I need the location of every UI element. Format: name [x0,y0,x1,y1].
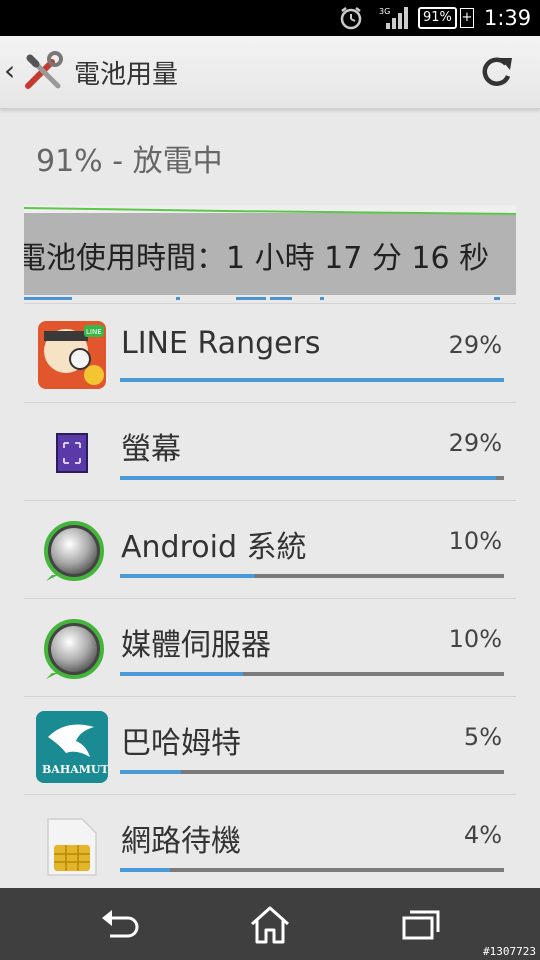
usage-bar-fill [120,378,504,382]
list-item-media-server[interactable]: 媒體伺服器 10% [24,598,516,696]
refresh-button[interactable] [476,52,516,92]
list-item-network-standby[interactable]: 網路待機 4% [24,794,516,892]
usage-bar [120,868,504,872]
battery-level: 91% [418,7,457,29]
home-icon [251,906,289,944]
alarm-icon [338,0,364,36]
battery-status-text: 91% - 放電中 [36,144,223,179]
list-item-bahamut[interactable]: BAHAMUT 巴哈姆特 5% [24,696,516,794]
page-title: 電池用量 [74,60,179,90]
app-name: 網路待機 [121,824,241,859]
usage-bar-fill [120,476,497,480]
usage-bar-fill [120,574,255,578]
home-button[interactable] [246,902,294,946]
usage-bar-fill [120,770,182,774]
battery-percent: 91% [423,10,452,25]
bahamut-icon-text: BAHAMUT [42,763,108,776]
signal-icon: 3G [378,0,410,36]
app-percent: 29% [448,331,502,359]
usage-bar-fill [120,672,243,676]
back-button[interactable] [96,902,144,946]
app-percent: 5% [463,723,502,751]
activity-tick [236,297,266,300]
app-name: LINE Rangers [121,326,321,361]
battery-level-line [24,207,516,215]
status-bar: 3G 91% + 1:39 [0,0,540,36]
usage-bar [120,574,504,578]
back-icon [102,910,139,938]
app-name: 媒體伺服器 [121,628,271,663]
activity-tick [270,297,292,300]
clock-time: 1:39 [484,6,532,30]
media-server-icon [38,615,106,683]
battery-history-graph[interactable]: 電池使用時間：1 小時 17 分 16 秒 [24,205,516,295]
recents-icon [402,910,440,940]
usage-bar [120,378,504,382]
activity-tick [494,297,500,300]
line-rangers-icon: LINE [38,321,106,389]
app-percent: 10% [448,625,502,653]
app-name: Android 系統 [121,530,307,565]
graph-activity-ticks [24,297,516,301]
network-type-label: 3G [379,7,390,16]
bahamut-icon: BAHAMUT [36,711,110,783]
app-percent: 29% [448,429,502,457]
list-item-android-system[interactable]: Android 系統 10% [24,500,516,598]
battery-usage-time: 電池使用時間：1 小時 17 分 16 秒 [24,241,490,276]
app-percent: 4% [463,821,502,849]
svg-text:LINE: LINE [86,328,102,336]
navigation-bar: #1307723 [0,888,540,960]
android-system-icon [38,517,106,585]
activity-tick [320,297,324,300]
screen-icon [38,419,106,487]
activity-tick [24,297,72,300]
battery-icon: 91% + [418,0,474,36]
watermark: #1307723 [483,945,536,958]
usage-bar-fill [120,868,170,872]
usage-bar [120,672,504,676]
battery-charge-plus: + [459,8,474,28]
app-name: 巴哈姆特 [121,726,241,761]
sim-card-icon [38,811,106,879]
list-item-screen[interactable]: 螢幕 29% [24,402,516,500]
app-percent: 10% [448,527,502,555]
action-bar: ‹ 電池用量 [0,36,540,109]
app-name: 螢幕 [121,432,181,467]
usage-bar [120,770,504,774]
up-chevron-icon[interactable]: ‹ [4,54,15,87]
activity-tick [176,297,180,300]
list-item-line-rangers[interactable]: LINE LINE Rangers 29% [24,304,516,402]
refresh-icon [482,57,512,86]
recents-button[interactable] [396,902,444,946]
settings-tools-icon[interactable] [22,50,64,92]
usage-bar [120,476,504,480]
